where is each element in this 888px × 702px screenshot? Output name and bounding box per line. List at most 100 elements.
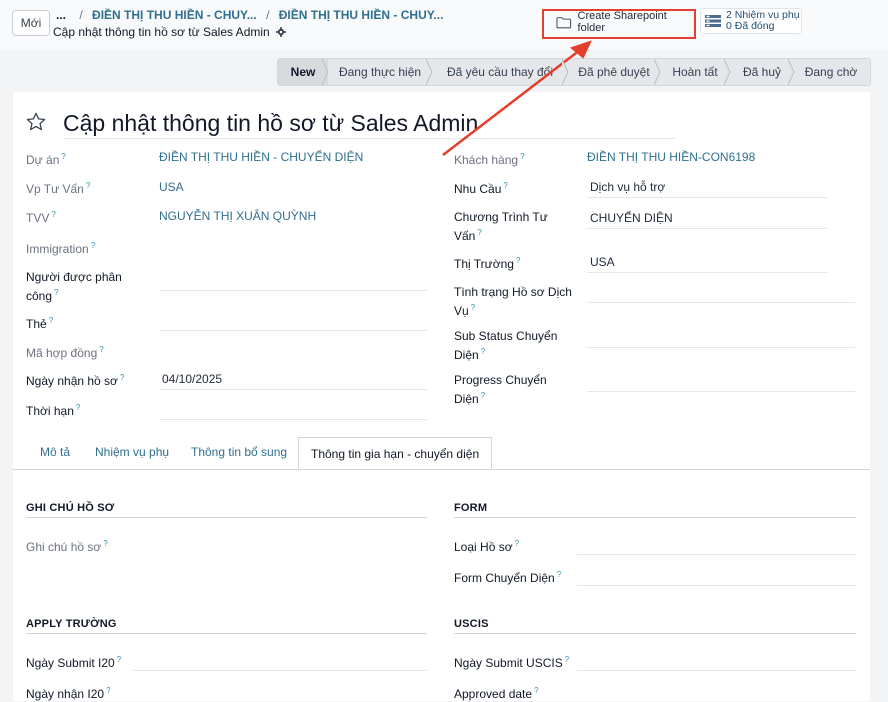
stage-label: Đang chờ	[804, 65, 858, 79]
closed-count: 0 Đã đóng	[726, 20, 775, 32]
help-icon[interactable]: ?	[49, 316, 53, 325]
deadline-field[interactable]	[159, 419, 427, 420]
star-icon[interactable]	[25, 111, 47, 133]
received-date-value[interactable]: 04/10/2025	[162, 372, 222, 386]
help-icon[interactable]: ?	[534, 686, 538, 695]
customer-value[interactable]: ĐIỀN THỊ THU HIỀN-CON6198	[587, 150, 755, 164]
progress-field[interactable]	[587, 391, 855, 392]
record-title: Cập nhật thông tin hồ sơ từ Sales Admin	[53, 25, 286, 39]
breadcrumb: ... / ĐIỀN THỊ THU HIỀN - CHUY... / ĐIỀN…	[56, 8, 443, 22]
help-icon[interactable]: ?	[515, 539, 519, 548]
annotation-highlight-box	[542, 9, 696, 39]
stage-change-requested[interactable]: Đã yêu cầu thay đổi	[432, 59, 569, 85]
breadcrumb-more[interactable]: ...	[56, 8, 66, 22]
help-icon[interactable]: ?	[61, 152, 65, 161]
stage-label: Đã yêu cầu thay đổi	[446, 65, 554, 79]
stage-done[interactable]: Hoàn tất	[660, 59, 731, 85]
uscis-section-title: USCIS	[454, 618, 489, 630]
tvv-value[interactable]: NGUYỄN THỊ XUÂN QUỲNH	[159, 209, 316, 223]
sub-status-field[interactable]	[587, 347, 855, 348]
notes-section-title: GHI CHÚ HỒ SƠ	[26, 502, 115, 514]
stage-approved[interactable]: Đã phê duyệt	[568, 59, 661, 85]
tasks-icon	[705, 15, 721, 27]
form-change-field[interactable]	[577, 585, 856, 586]
approved-date-label: Approved date?	[454, 686, 539, 701]
task-title[interactable]: Cập nhật thông tin hồ sơ từ Sales Admin	[63, 110, 478, 137]
assignee-label: Người được phân công?	[26, 270, 122, 303]
gear-icon[interactable]	[275, 27, 286, 37]
tag-label: Thẻ?	[26, 316, 54, 331]
market-value[interactable]: USA	[590, 255, 615, 269]
stage-chevron	[724, 59, 731, 85]
tab-description[interactable]: Mô tả	[40, 445, 70, 459]
help-icon[interactable]: ?	[477, 228, 481, 237]
help-icon[interactable]: ?	[76, 403, 80, 412]
help-icon[interactable]: ?	[54, 288, 58, 297]
consult-office-label: Vp Tư Vấn?	[26, 181, 91, 196]
help-icon[interactable]: ?	[117, 655, 121, 664]
stage-label: Đang thực hiện	[338, 65, 422, 79]
breadcrumb-parent-task[interactable]: ĐIỀN THỊ THU HIỀN - CHUY...	[279, 8, 444, 22]
stage-chevron	[562, 59, 569, 85]
receive-i20-label: Ngày nhận I20?	[26, 686, 111, 701]
service-status-label: Tình trạng Hồ sơ Dịch Vụ?	[454, 285, 572, 318]
help-icon[interactable]: ?	[516, 256, 520, 265]
notes-label: Ghi chú hồ sơ?	[26, 539, 108, 554]
project-value[interactable]: ĐIỀN THỊ THU HIỀN - CHUYỂN DIỆN	[159, 150, 363, 164]
help-icon[interactable]: ?	[120, 373, 124, 382]
help-icon[interactable]: ?	[471, 303, 475, 312]
received-date-label: Ngày nhận hồ sơ?	[26, 373, 125, 388]
consult-office-value[interactable]: USA	[159, 180, 184, 194]
help-icon[interactable]: ?	[520, 152, 524, 161]
submit-i20-field[interactable]	[132, 670, 427, 671]
stage-cancelled[interactable]: Đã huỷ	[730, 59, 795, 85]
stage-statusbar: New Đang thực hiện Đã yêu cầu thay đổi Đ…	[277, 58, 871, 86]
service-status-field[interactable]	[587, 302, 855, 303]
help-icon[interactable]: ?	[86, 181, 90, 190]
help-icon[interactable]: ?	[503, 181, 507, 190]
subtasks-smart-button[interactable]: 2 Nhiệm vụ phụ 0 Đã đóng	[700, 8, 802, 34]
breadcrumb-separator: /	[79, 8, 83, 22]
stage-new[interactable]: New	[278, 59, 329, 85]
section-divider	[454, 633, 856, 634]
tab-subtasks[interactable]: Nhiệm vụ phụ	[95, 445, 169, 459]
help-icon[interactable]: ?	[481, 391, 485, 400]
need-label: Nhu Cầu?	[454, 181, 508, 196]
stage-waiting[interactable]: Đang chờ	[794, 59, 868, 85]
tvv-label: TVV?	[26, 210, 56, 225]
title-underline	[63, 138, 675, 139]
notebook-tabs: Mô tả Nhiệm vụ phụ Thông tin bổ sung Thô…	[13, 437, 870, 470]
form-section-title: FORM	[454, 502, 488, 514]
tag-field[interactable]	[159, 330, 427, 331]
deadline-label: Thời hạn?	[26, 403, 81, 418]
tab-extra-info[interactable]: Thông tin bổ sung	[191, 445, 287, 459]
help-icon[interactable]: ?	[565, 655, 569, 664]
breadcrumb-project[interactable]: ĐIỀN THỊ THU HIỀN - CHUY...	[92, 8, 257, 22]
stage-label: Đã phê duyệt	[578, 65, 650, 79]
submit-uscis-field[interactable]	[577, 670, 856, 671]
stage-in-progress[interactable]: Đang thực hiện	[328, 59, 433, 85]
program-value[interactable]: CHUYỂN DIỆN	[590, 211, 673, 225]
help-icon[interactable]: ?	[557, 570, 561, 579]
help-icon[interactable]: ?	[481, 347, 485, 356]
form-type-label: Loại Hồ sơ?	[454, 539, 520, 554]
form-change-label: Form Chuyển Diện?	[454, 570, 562, 585]
stage-label: Đã huỷ	[742, 65, 782, 79]
breadcrumb-separator: /	[266, 8, 270, 22]
tab-renewal-change[interactable]: Thông tin gia hạn - chuyển diện	[298, 437, 493, 469]
help-icon[interactable]: ?	[103, 539, 107, 548]
new-record-button[interactable]: Mới	[12, 10, 50, 36]
need-value[interactable]: Dịch vụ hỗ trợ	[590, 180, 665, 194]
stage-chevron	[322, 59, 329, 85]
help-icon[interactable]: ?	[106, 686, 110, 695]
progress-label: Progress Chuyển Diện?	[454, 373, 547, 406]
project-label: Dự án?	[26, 152, 66, 167]
stage-label: New	[290, 65, 316, 79]
help-icon[interactable]: ?	[51, 210, 55, 219]
apply-school-section-title: APPLY TRƯỜNG	[26, 618, 117, 630]
assignee-field[interactable]	[159, 290, 427, 291]
help-icon[interactable]: ?	[91, 241, 95, 250]
help-icon[interactable]: ?	[99, 345, 103, 354]
form-type-field[interactable]	[577, 554, 856, 555]
program-label: Chương Trình Tư Vấn?	[454, 210, 548, 243]
